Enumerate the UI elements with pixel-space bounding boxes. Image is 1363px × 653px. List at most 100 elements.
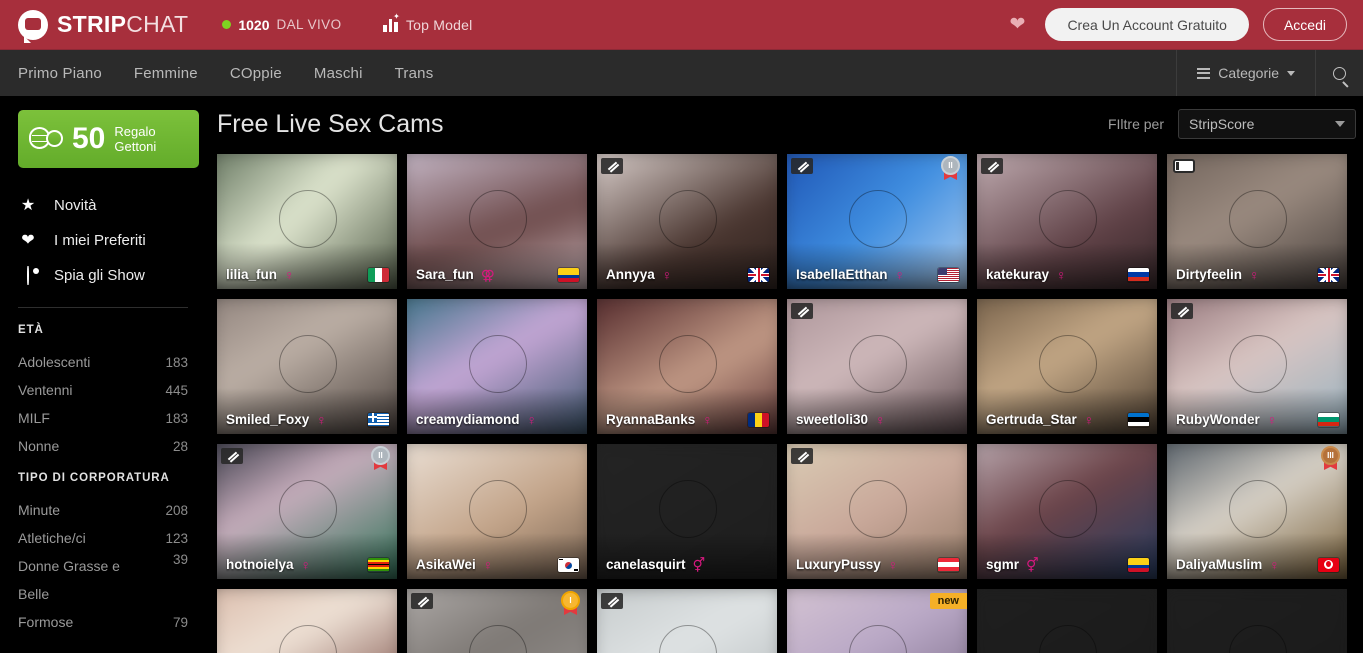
sidebar: 50 Regalo Gettoni ★ Novità ❤ I miei Pref… <box>0 96 217 653</box>
live-counter[interactable]: 1020 DAL VIVO <box>222 17 341 33</box>
sidebar-item-novita[interactable]: ★ Novità <box>18 188 217 223</box>
thumbnail-focus-ring <box>279 480 337 538</box>
gender-female-icon: ♀ <box>284 268 295 282</box>
cam-card[interactable]: Dirtyfeelin♀ <box>1167 154 1347 289</box>
site-logo[interactable]: STRIPCHAT <box>18 10 188 40</box>
cam-card[interactable] <box>597 589 777 653</box>
cam-card[interactable]: Gertruda_Star♀ <box>977 299 1157 434</box>
promo-line2: Gettoni <box>114 139 156 154</box>
cam-model-name: hotnoielya <box>226 557 294 572</box>
sidebar-divider <box>18 307 188 308</box>
thumbnail-focus-ring <box>849 335 907 393</box>
filter-milf[interactable]: MILF 183 <box>18 404 188 432</box>
cam-model-name: creamydiamond <box>416 412 520 427</box>
gender-female-icon: ♀ <box>1269 558 1280 572</box>
flag-it-icon <box>368 268 389 282</box>
hd-quality-badge-icon <box>791 448 813 464</box>
filter-name: Nonne <box>18 432 59 460</box>
page-title: Free Live Sex Cams <box>217 110 443 139</box>
thumbnail-focus-ring <box>279 335 337 393</box>
cam-card[interactable]: I <box>407 589 587 653</box>
gender-female-icon: ♀ <box>1084 413 1095 427</box>
cam-card[interactable]: Sara_fun⚢ <box>407 154 587 289</box>
thumbnail-focus-ring <box>1039 335 1097 393</box>
cam-card[interactable]: sgmr⚥ <box>977 444 1157 579</box>
cam-card-footer: LuxuryPussy♀ <box>796 557 959 572</box>
cam-card[interactable] <box>977 589 1157 653</box>
nav-item-coppie[interactable]: COppie <box>214 50 298 97</box>
thumbnail-gradient-overlay <box>787 243 967 289</box>
thumbnail-focus-ring <box>469 480 527 538</box>
filter-formose[interactable]: Formose 79 <box>18 608 188 636</box>
cam-card[interactable]: new <box>787 589 967 653</box>
thumbnail-gradient-overlay <box>217 388 397 434</box>
cam-card[interactable] <box>217 589 397 653</box>
login-button[interactable]: Accedi <box>1263 8 1347 41</box>
signup-button[interactable]: Crea Un Account Gratuito <box>1045 8 1249 41</box>
nav-item-primo-piano[interactable]: Primo Piano <box>18 50 118 97</box>
cam-model-name: lilia_fun <box>226 267 277 282</box>
filter-atletiche[interactable]: Atletiche/ci 123 <box>18 524 188 552</box>
top-model-link[interactable]: Top Model <box>383 17 472 33</box>
sort-selected-value: StripScore <box>1189 116 1254 132</box>
flag-zw-icon <box>368 558 389 572</box>
cam-card[interactable]: IIIsabellaEtthan♀ <box>787 154 967 289</box>
logo-text-light: CHAT <box>126 11 188 37</box>
sidebar-item-preferiti[interactable]: ❤ I miei Preferiti <box>18 223 217 258</box>
chevron-down-icon <box>1335 121 1345 127</box>
cam-card[interactable]: Smiled_Foxy♀ <box>217 299 397 434</box>
cam-card[interactable]: AsikaWei♀ <box>407 444 587 579</box>
filter-nonne[interactable]: Nonne 28 <box>18 432 188 460</box>
favorites-heart-icon[interactable]: ❤ <box>1004 15 1032 34</box>
cam-card-footer: lilia_fun ♀ <box>226 267 389 282</box>
cam-card[interactable]: RubyWonder♀ <box>1167 299 1347 434</box>
flag-tn-icon <box>1318 558 1339 572</box>
cam-card[interactable]: LuxuryPussy♀ <box>787 444 967 579</box>
sidebar-links: ★ Novità ❤ I miei Preferiti Spia gli Sho… <box>18 188 217 293</box>
flag-ee-icon <box>1128 413 1149 427</box>
cam-card[interactable]: katekuray♀ <box>977 154 1157 289</box>
main-header: Free Live Sex Cams FIltre per StripScore <box>217 96 1356 152</box>
cam-model-name: Smiled_Foxy <box>226 412 309 427</box>
categories-dropdown[interactable]: Categorie <box>1176 50 1315 96</box>
cam-model-name: Dirtyfeelin <box>1176 267 1242 282</box>
cam-card[interactable]: creamydiamond♀ <box>407 299 587 434</box>
gender-female-icon: ♀ <box>483 558 494 572</box>
filter-donne-grasse-e-belle[interactable]: Donne Grasse e Belle 39 <box>18 552 188 608</box>
filter-minute[interactable]: Minute 208 <box>18 496 188 524</box>
nav-item-maschi[interactable]: Maschi <box>298 50 379 97</box>
gender-female-icon: ♀ <box>301 558 312 572</box>
cam-card[interactable] <box>1167 589 1347 653</box>
cam-card[interactable]: IIhotnoielya♀ <box>217 444 397 579</box>
star-icon: ★ <box>18 198 38 214</box>
cam-card[interactable]: RyannaBanks♀ <box>597 299 777 434</box>
cam-card-footer: AsikaWei♀ <box>416 557 579 572</box>
cam-card[interactable]: sweetloli30♀ <box>787 299 967 434</box>
cam-card[interactable]: lilia_fun ♀ <box>217 154 397 289</box>
filter-count: 183 <box>165 411 188 426</box>
nav-item-trans[interactable]: Trans <box>379 50 450 97</box>
search-button[interactable] <box>1315 50 1363 96</box>
sidebar-item-label: I miei Preferiti <box>54 232 146 249</box>
medal-bronze-badge: III <box>1319 446 1343 474</box>
hd-quality-badge-icon <box>601 593 623 609</box>
cam-card[interactable]: IIIDaliyaMuslim♀ <box>1167 444 1347 579</box>
medal-silver-badge: II <box>939 156 963 184</box>
nav-item-femmine[interactable]: Femmine <box>118 50 214 97</box>
free-tokens-promo[interactable]: 50 Regalo Gettoni <box>18 110 199 168</box>
cam-card-footer: Sara_fun⚢ <box>416 267 579 282</box>
filter-count: 39 <box>173 552 188 567</box>
cam-model-name: Annyya <box>606 267 655 282</box>
cam-model-name: canelasquirt <box>606 557 686 572</box>
sidebar-item-spia-gli-show[interactable]: Spia gli Show <box>18 258 217 293</box>
thumbnail-focus-ring <box>849 480 907 538</box>
sort-select[interactable]: StripScore <box>1178 109 1356 139</box>
filter-adolescenti[interactable]: Adolescenti 183 <box>18 348 188 376</box>
filter-ventenni[interactable]: Ventenni 445 <box>18 376 188 404</box>
thumbnail-gradient-overlay <box>787 533 967 579</box>
section-title: TIPO DI CORPORATURA <box>18 472 217 484</box>
cam-card[interactable]: Annyya♀ <box>597 154 777 289</box>
cam-card[interactable]: canelasquirt⚥ <box>597 444 777 579</box>
filter-name: Atletiche/ci <box>18 524 86 552</box>
gender-couple-female-icon: ⚢ <box>481 268 495 282</box>
